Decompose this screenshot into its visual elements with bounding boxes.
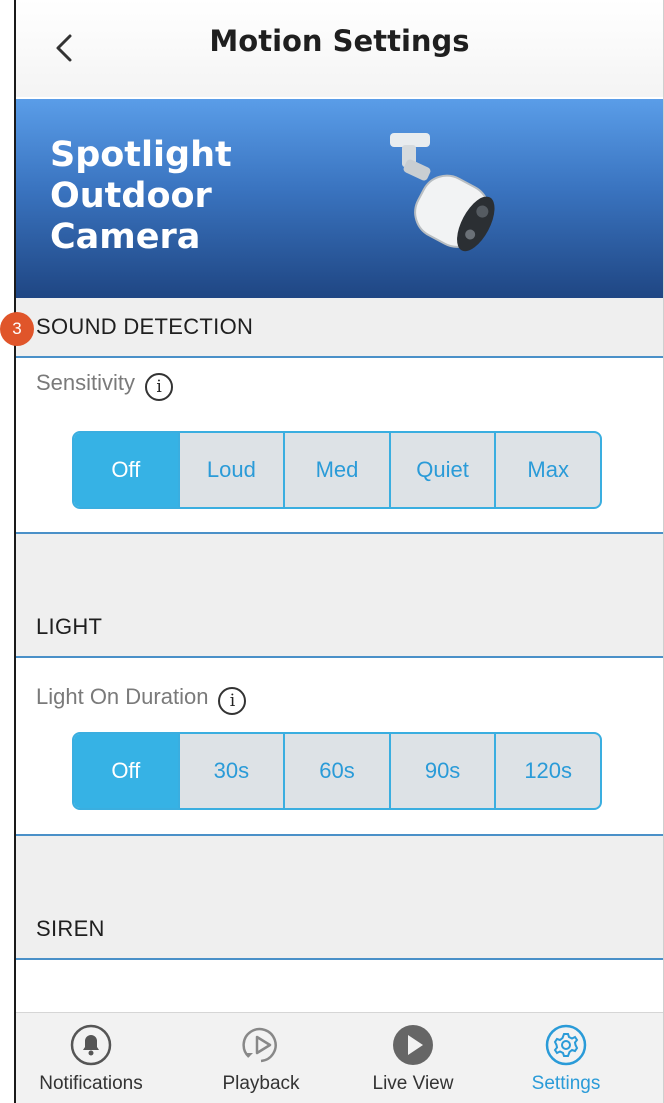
light-duration-segmented-control: Off 30s 60s 90s 120s: [72, 732, 602, 810]
light-header: LIGHT: [16, 534, 663, 658]
light-option-60s[interactable]: 60s: [283, 734, 389, 808]
tab-label: Settings: [531, 1073, 601, 1094]
tab-notifications[interactable]: Notifications: [16, 1013, 166, 1103]
spotlight-camera-image: [390, 133, 495, 252]
step-badge: 3: [0, 312, 34, 346]
sensitivity-option-max[interactable]: Max: [494, 433, 600, 507]
camera-name-line3: Camera: [50, 217, 201, 257]
camera-banner: Spotlight Outdoor Camera: [16, 99, 663, 298]
light-option-90s[interactable]: 90s: [388, 734, 495, 808]
sensitivity-option-quiet[interactable]: Quiet: [388, 433, 495, 507]
siren-header: SIREN: [16, 836, 663, 960]
gear-icon: [545, 1024, 587, 1066]
nav-header: Motion Settings: [16, 0, 663, 97]
sensitivity-label: Sensitivity: [36, 370, 136, 395]
sensitivity-option-loud[interactable]: Loud: [177, 433, 284, 507]
sensitivity-segmented-control: Off Loud Med Quiet Max: [72, 431, 602, 509]
camera-name-line2: Outdoor: [50, 176, 212, 216]
info-icon[interactable]: i: [145, 373, 174, 401]
light-duration-label: Light On Duration: [36, 684, 209, 709]
light-option-off[interactable]: Off: [74, 734, 178, 808]
tab-playback[interactable]: Playback: [186, 1013, 336, 1103]
sensitivity-option-med[interactable]: Med: [283, 433, 389, 507]
tab-live-view[interactable]: Live View: [338, 1013, 488, 1103]
light-title: LIGHT: [36, 614, 103, 639]
sound-detection-header: 3 SOUND DETECTION: [0, 298, 663, 358]
playback-icon: [242, 1027, 277, 1063]
camera-name: Spotlight Outdoor Camera: [50, 135, 310, 258]
siren-title: SIREN: [36, 916, 105, 941]
play-icon: [393, 1025, 433, 1065]
light-duration-row: Light On Duration i: [36, 684, 247, 715]
light-option-30s[interactable]: 30s: [177, 734, 284, 808]
tab-label: Live View: [372, 1073, 454, 1094]
bottom-tab-bar: Notifications Playback Live View Setting…: [16, 1012, 663, 1103]
bell-icon: [70, 1024, 112, 1066]
page-title: Motion Settings: [209, 24, 470, 58]
tab-settings[interactable]: Settings: [491, 1013, 641, 1103]
sensitivity-row: Sensitivity i: [36, 370, 174, 401]
tab-label: Notifications: [39, 1073, 143, 1094]
info-icon[interactable]: i: [218, 687, 247, 715]
tab-label: Playback: [222, 1073, 300, 1094]
sound-detection-title: SOUND DETECTION: [36, 314, 254, 339]
sensitivity-option-off[interactable]: Off: [74, 433, 178, 507]
camera-name-line1: Spotlight: [50, 135, 232, 175]
light-option-120s[interactable]: 120s: [494, 734, 600, 808]
